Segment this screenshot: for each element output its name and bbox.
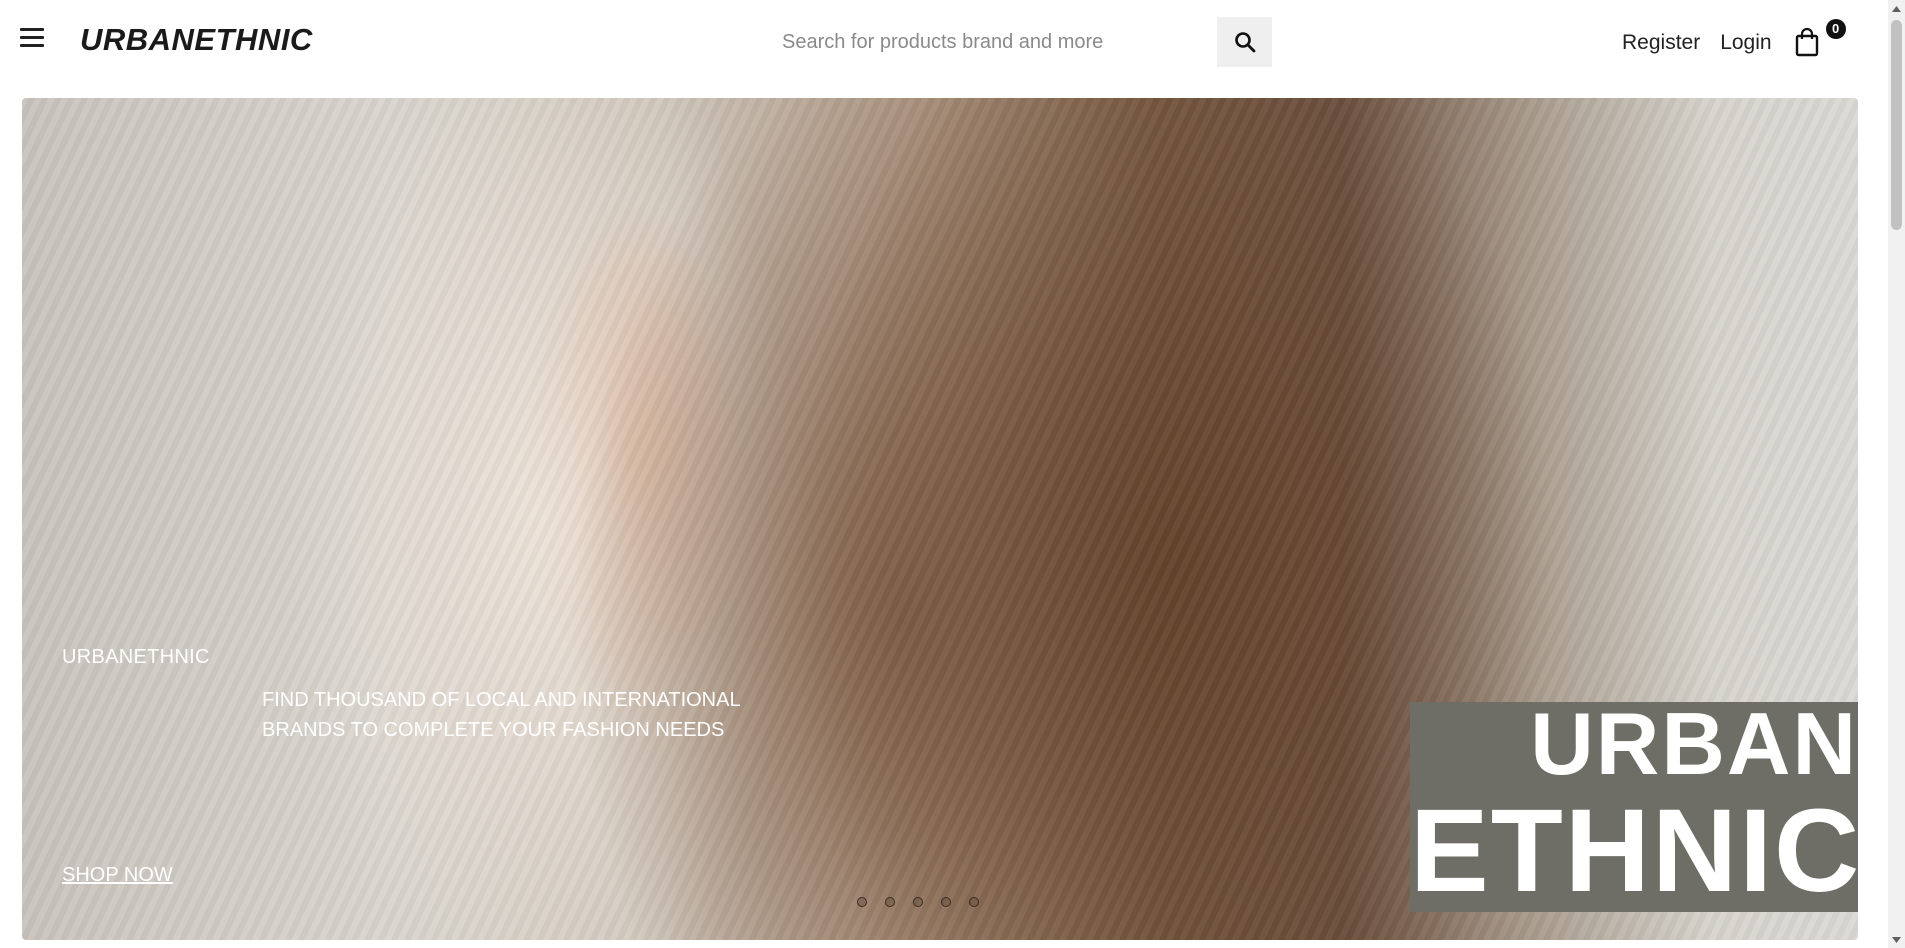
header-nav: Register Login 0 [1622, 19, 1846, 59]
search-bar [770, 17, 1272, 67]
carousel-dot[interactable] [885, 897, 895, 907]
site-logo[interactable]: URBANETHNIC [80, 22, 313, 58]
carousel-dot[interactable] [941, 897, 951, 907]
brand-block-line1: URBAN [1530, 702, 1858, 793]
brand-block-line2: ETHNIC [1410, 785, 1858, 912]
search-input[interactable] [770, 17, 1210, 67]
carousel-dots [857, 897, 997, 907]
search-icon [1234, 32, 1255, 53]
search-button[interactable] [1217, 17, 1272, 67]
scroll-down-arrow-icon[interactable] [1888, 931, 1905, 948]
menu-icon[interactable] [20, 28, 46, 52]
hero-tagline: FIND THOUSAND OF LOCAL AND INTERNATIONAL… [262, 689, 740, 741]
shop-now-link[interactable]: SHOP NOW [62, 864, 173, 887]
scroll-thumb[interactable] [1891, 20, 1902, 230]
shopping-bag-icon [1795, 27, 1818, 57]
site-header: URBANETHNIC Register Login 0 [0, 0, 1888, 84]
login-link[interactable]: Login [1720, 31, 1771, 55]
cart-count-badge: 0 [1825, 19, 1846, 39]
hero-banner: URBANETHNIC FIND THOUSAND OF LOCAL AND I… [22, 98, 1858, 940]
carousel-dot[interactable] [913, 897, 923, 907]
register-link[interactable]: Register [1622, 31, 1700, 55]
carousel-dot[interactable] [969, 897, 979, 907]
carousel-dot[interactable] [857, 897, 867, 907]
scroll-up-arrow-icon[interactable] [1888, 0, 1905, 17]
brand-block: URBAN ETHNIC [1410, 702, 1858, 912]
page-scrollbar[interactable] [1888, 0, 1905, 948]
cart-button[interactable]: 0 [1794, 19, 1846, 59]
hero-brand-label: URBANETHNIC [62, 646, 210, 668]
